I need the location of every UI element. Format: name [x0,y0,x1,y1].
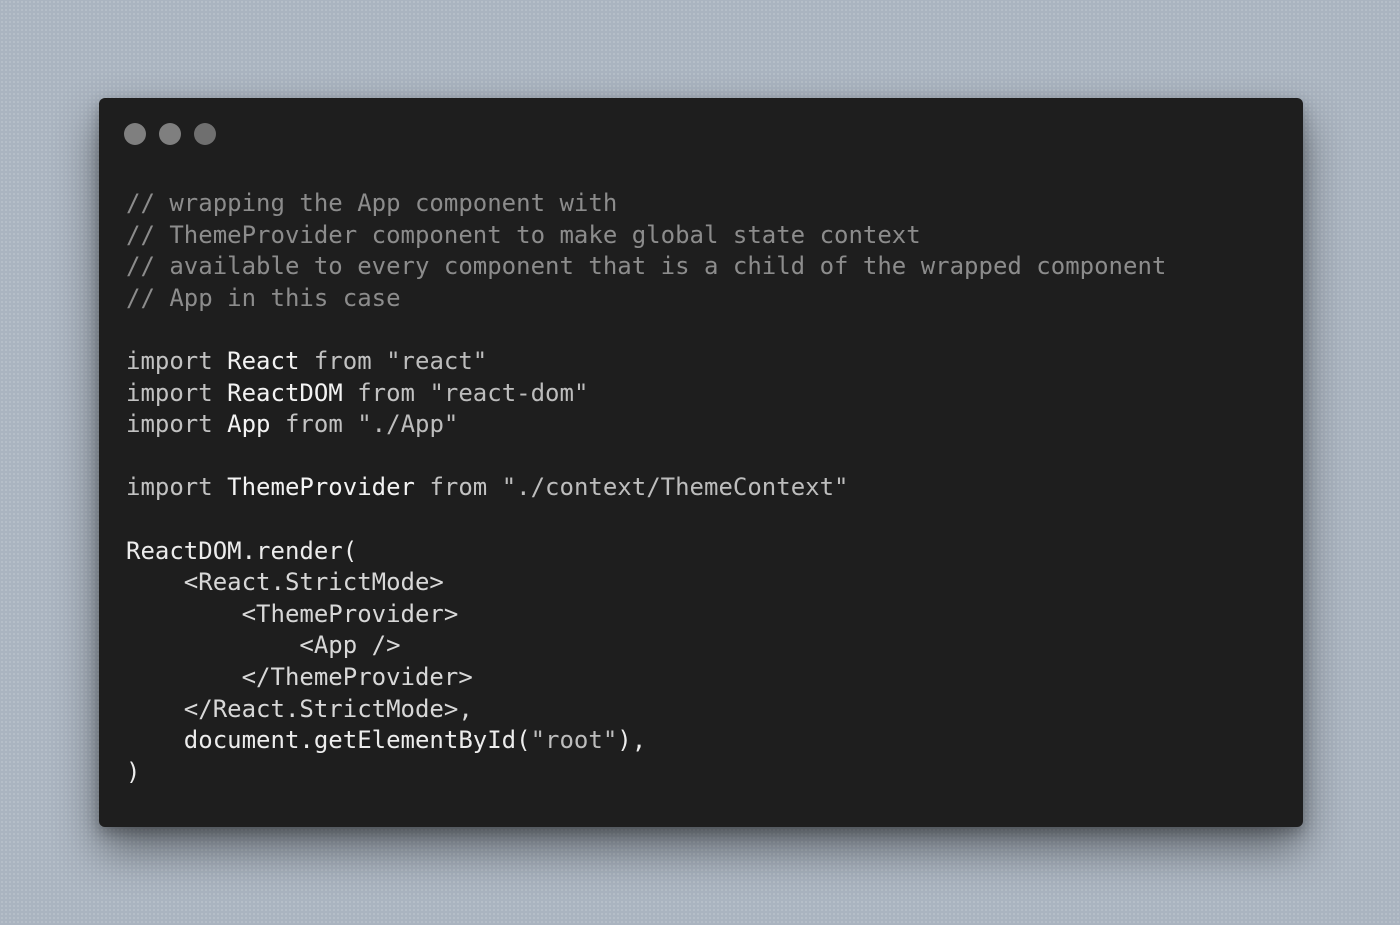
code-line: // App in this case [126,283,1166,315]
code-line: import React from "react" [126,346,1166,378]
code-token-plain: document.getElementById( [126,726,531,755]
code-token-keyword: import [126,473,213,502]
code-token-tag: <React.StrictMode> [126,568,444,597]
code-token-string: "./context/ThemeContext" [501,473,849,502]
zoom-dot-icon[interactable] [194,123,216,145]
code-token-keyword: from [357,378,415,407]
code-token-string: "react" [386,346,488,375]
code-token-tag: <ThemeProvider> [126,599,459,628]
code-line: import ThemeProvider from "./context/The… [126,472,1166,504]
code-line: </React.StrictMode>, [126,694,1166,726]
code-line: <ThemeProvider> [126,599,1166,631]
code-line: ReactDOM.render( [126,536,1166,568]
code-token-string: "react-dom" [429,378,589,407]
code-token-string: "root" [530,726,618,755]
code-token-keyword: import [126,378,213,407]
code-line: </ThemeProvider> [126,662,1166,694]
minimize-dot-icon[interactable] [159,123,181,145]
code-line: import App from "./App" [126,409,1166,441]
code-token-keyword: import [126,410,213,439]
code-token-comment: // wrapping the App component with [126,189,618,217]
code-token-ident: React [227,346,300,375]
code-line: <App /> [126,630,1166,662]
code-block: // wrapping the App component with // The… [126,188,1166,788]
code-line: document.getElementById("root"), [126,725,1166,757]
close-dot-icon[interactable] [124,123,146,145]
code-line: // wrapping the App component with [126,188,1166,220]
code-token-plain: ReactDOM.render( [126,536,358,565]
code-token-keyword: from [429,473,488,502]
code-line: ) [126,757,1166,789]
code-token-string: "./App" [357,410,459,439]
code-token-ident: ReactDOM [227,378,343,407]
code-token-keyword: from [313,346,372,375]
code-token-plain: ), [617,726,647,755]
code-token-tag: </React.StrictMode>, [126,694,473,723]
code-token-ident: ThemeProvider [227,473,415,502]
code-line: import ReactDOM from "react-dom" [126,378,1166,410]
code-token-comment: // available to every component that is … [126,252,1167,281]
code-token-ident: App [227,410,271,439]
code-line: // available to every component that is … [126,251,1166,283]
code-token-comment: // ThemeProvider component to make globa… [126,220,921,249]
code-token-tag: <App /> [126,631,401,660]
code-window: // wrapping the App component with // The… [99,98,1303,827]
code-line: // ThemeProvider component to make globa… [126,220,1166,252]
code-token-keyword: import [126,346,213,375]
code-line: <React.StrictMode> [126,567,1166,599]
code-token-keyword: from [284,410,343,439]
window-controls [124,123,216,145]
code-token-plain: ) [126,757,141,786]
code-token-tag: </ThemeProvider> [126,662,473,691]
code-token-comment: // App in this case [126,283,401,312]
